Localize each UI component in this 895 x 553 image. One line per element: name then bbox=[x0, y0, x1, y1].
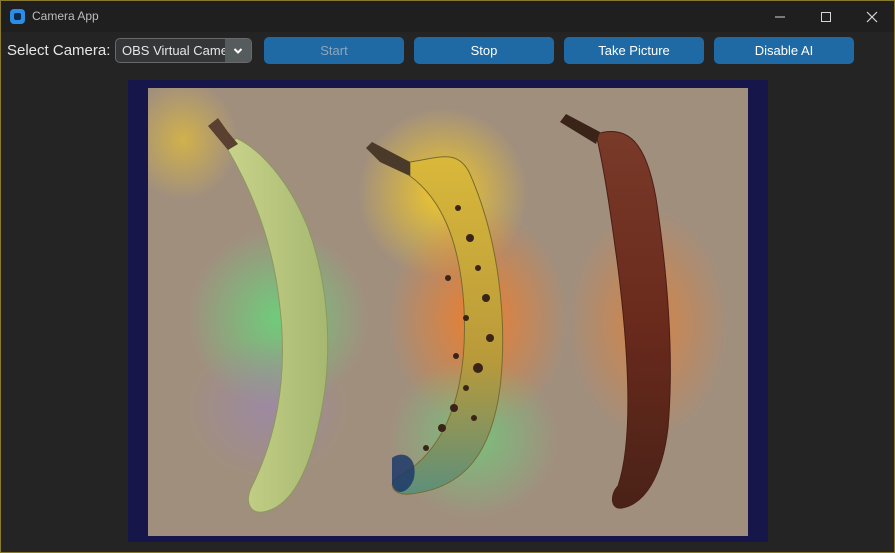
app-window: Camera App Select Camera: OBS Virtual Ca… bbox=[0, 0, 895, 553]
camera-preview bbox=[128, 80, 768, 542]
chevron-down-icon bbox=[233, 47, 243, 54]
title-bar: Camera App bbox=[1, 1, 894, 32]
camera-frame-image bbox=[148, 88, 748, 536]
stop-button[interactable]: Stop bbox=[414, 37, 554, 64]
maximize-button[interactable] bbox=[803, 1, 849, 32]
camera-app-icon bbox=[10, 9, 25, 24]
start-button[interactable]: Start bbox=[264, 37, 404, 64]
camera-select-value: OBS Virtual Camera bbox=[122, 43, 226, 58]
close-button[interactable] bbox=[849, 1, 895, 32]
minimize-icon bbox=[775, 16, 785, 17]
select-camera-label: Select Camera: bbox=[7, 42, 111, 59]
camera-select-dropdown-button[interactable] bbox=[225, 39, 251, 62]
window-title: Camera App bbox=[32, 9, 99, 23]
disable-ai-button[interactable]: Disable AI bbox=[714, 37, 854, 64]
take-picture-button[interactable]: Take Picture bbox=[564, 37, 704, 64]
camera-select[interactable]: OBS Virtual Camera bbox=[115, 38, 252, 63]
close-icon bbox=[866, 11, 878, 22]
minimize-button[interactable] bbox=[757, 1, 803, 32]
maximize-icon bbox=[821, 11, 831, 22]
